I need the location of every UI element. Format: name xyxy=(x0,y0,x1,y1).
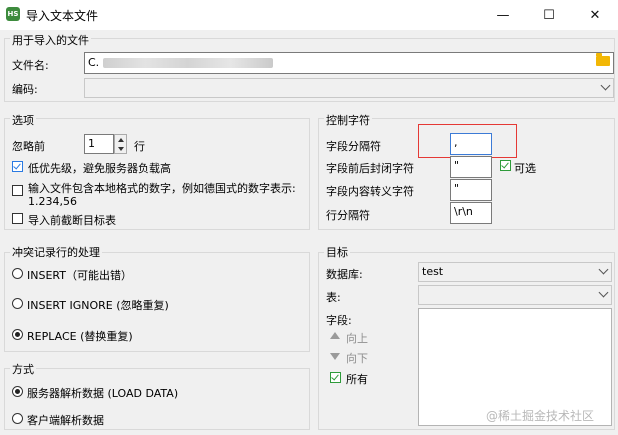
escape-label: 字段内容转义字符 xyxy=(326,185,414,198)
line-sep-input[interactable]: \r\n xyxy=(450,202,492,224)
local-format-checkbox[interactable] xyxy=(12,185,23,196)
insert-ignore-label: INSERT IGNORE (忽略重复) xyxy=(27,299,169,312)
replace-label: REPLACE (替换重复) xyxy=(27,330,133,343)
window-title: 导入文本文件 xyxy=(26,9,99,23)
line-sep-label: 行分隔符 xyxy=(326,209,370,222)
field-sep-input[interactable]: , xyxy=(450,133,492,155)
chevron-down-icon xyxy=(598,287,609,298)
ignore-lines-input[interactable]: 1 xyxy=(84,134,114,154)
filename-label: 文件名: xyxy=(12,59,49,72)
chevron-down-icon xyxy=(598,264,609,275)
replace-radio[interactable] xyxy=(12,329,23,340)
move-down-button[interactable]: 向下 xyxy=(346,350,368,366)
insert-radio[interactable] xyxy=(12,268,23,279)
field-sep-label: 字段分隔符 xyxy=(326,140,381,153)
options-title: 选项 xyxy=(10,112,36,128)
ignore-unit: 行 xyxy=(134,140,145,153)
enclosed-input[interactable]: " xyxy=(450,156,492,178)
database-label: 数据库: xyxy=(326,268,363,281)
conflict-title: 冲突记录行的处理 xyxy=(10,244,102,260)
move-up-button[interactable]: 向上 xyxy=(346,330,368,346)
select-all-checkbox[interactable] xyxy=(330,372,341,383)
encoding-select[interactable] xyxy=(84,78,614,98)
truncate-checkbox[interactable] xyxy=(12,213,23,224)
insert-label: INSERT（可能出错） xyxy=(27,269,132,282)
database-value: test xyxy=(422,265,444,278)
ignore-lines-stepper[interactable] xyxy=(114,134,127,154)
maximize-button[interactable]: ☐ xyxy=(526,0,572,30)
method-title: 方式 xyxy=(10,361,36,377)
filename-redacted xyxy=(103,58,274,68)
filename-input[interactable]: C. xyxy=(84,52,614,74)
app-logo-icon: HS xyxy=(6,7,20,21)
spin-down-icon[interactable] xyxy=(118,147,124,151)
chevron-down-icon xyxy=(600,80,611,91)
local-format-example: 1.234,56 xyxy=(28,195,77,208)
insert-ignore-radio[interactable] xyxy=(12,298,23,309)
optional-label: 可选 xyxy=(514,162,536,175)
client-parse-radio[interactable] xyxy=(12,413,23,424)
table-label: 表: xyxy=(326,291,341,304)
spin-up-icon[interactable] xyxy=(118,138,124,142)
low-priority-label: 低优先级，避免服务器负载高 xyxy=(28,162,171,175)
low-priority-checkbox[interactable] xyxy=(12,161,23,172)
minimize-button[interactable]: — xyxy=(480,0,526,30)
server-parse-label: 服务器解析数据 (LOAD DATA) xyxy=(27,387,179,400)
escape-input[interactable]: " xyxy=(450,179,492,201)
select-all-label: 所有 xyxy=(346,373,368,386)
enclosed-label: 字段前后封闭字符 xyxy=(326,162,414,175)
database-select[interactable]: test xyxy=(418,262,612,282)
control-chars-title: 控制字符 xyxy=(324,112,372,128)
local-format-label: 输入文件包含本地格式的数字，例如德国式的数字表示: xyxy=(28,182,296,195)
folder-icon[interactable] xyxy=(596,53,610,66)
fields-label: 字段: xyxy=(326,314,352,327)
server-parse-radio[interactable] xyxy=(12,386,23,397)
filename-value: C. xyxy=(88,56,100,69)
optional-checkbox[interactable] xyxy=(500,160,511,171)
watermark: @稀土掘金技术社区 xyxy=(486,409,595,423)
truncate-label: 导入前截断目标表 xyxy=(28,214,116,227)
encoding-label: 编码: xyxy=(12,83,38,96)
target-title: 目标 xyxy=(324,244,350,260)
client-parse-label: 客户端解析数据 xyxy=(27,414,104,427)
table-select[interactable] xyxy=(418,285,612,305)
close-button[interactable]: ✕ xyxy=(572,0,618,30)
arrow-up-icon xyxy=(330,332,340,339)
file-group-title: 用于导入的文件 xyxy=(10,32,91,48)
ignore-label: 忽略前 xyxy=(12,140,45,153)
arrow-down-icon xyxy=(330,353,340,360)
